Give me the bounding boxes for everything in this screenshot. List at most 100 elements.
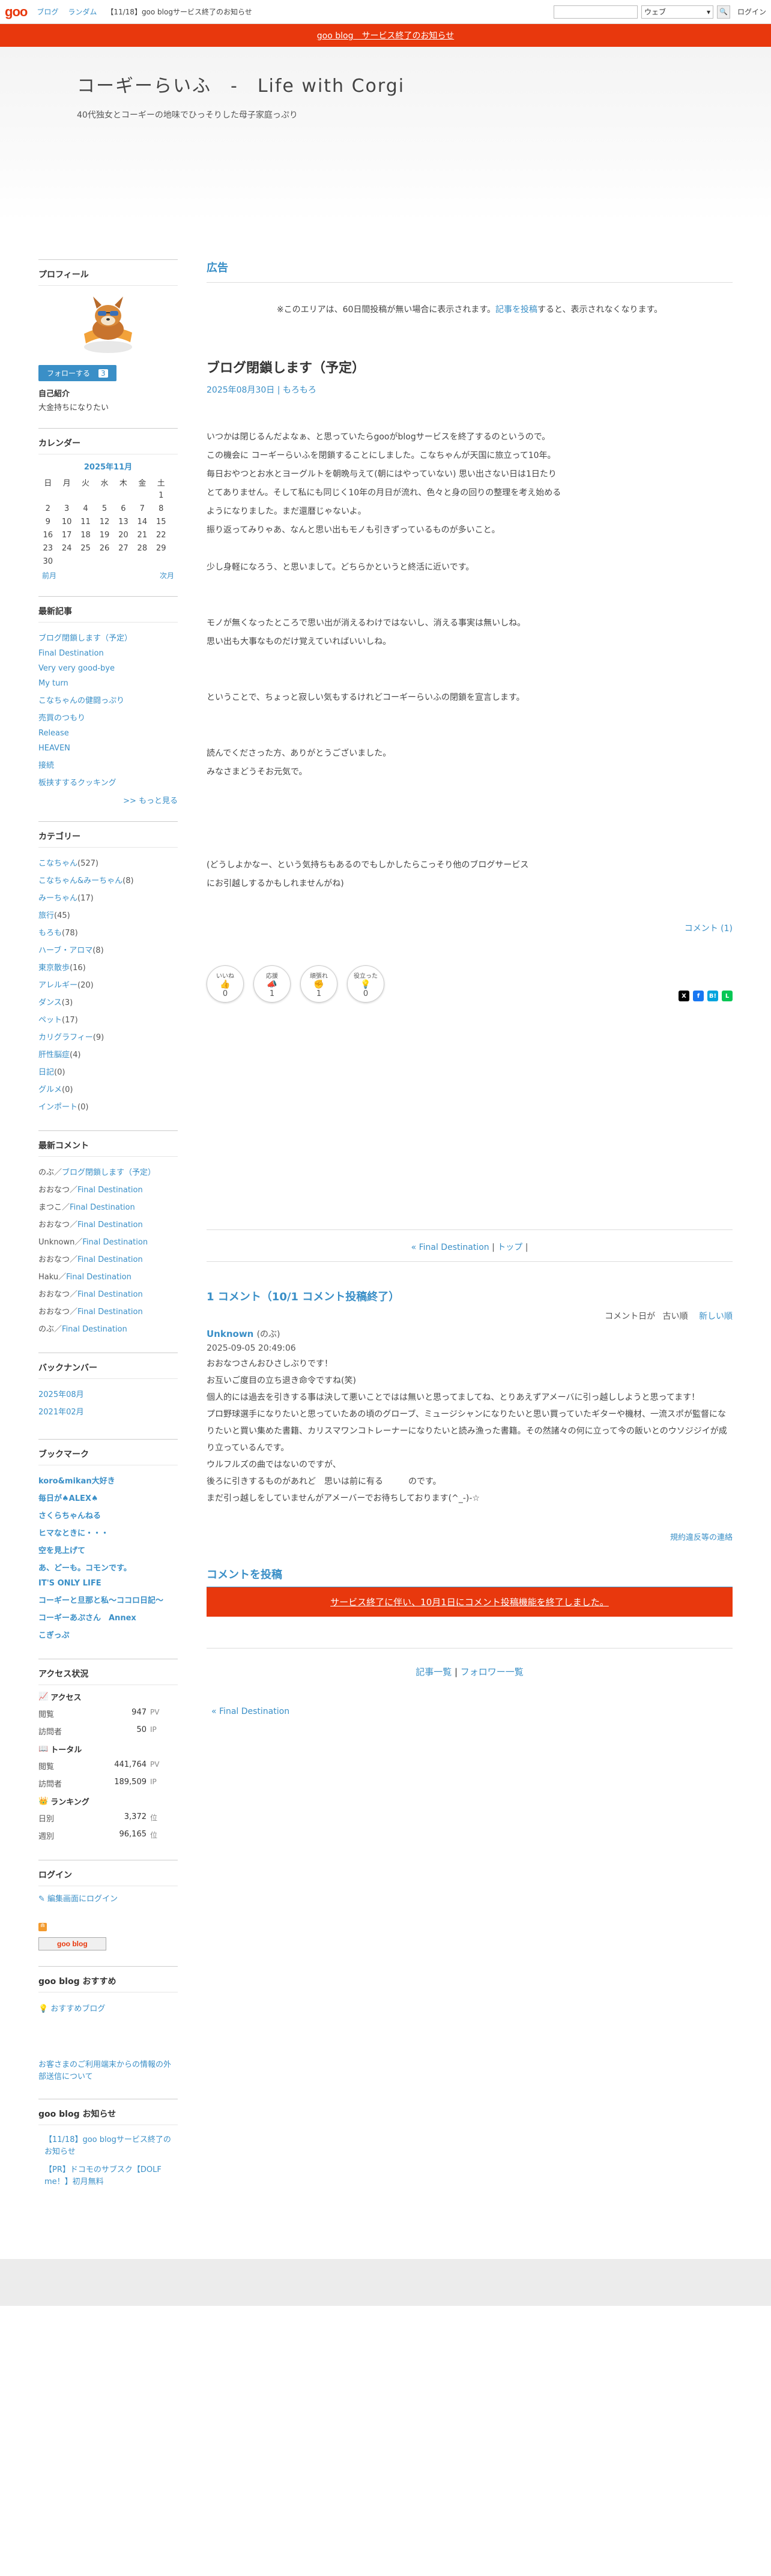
comment-author-name: Unknown bbox=[38, 1238, 75, 1247]
category-link[interactable]: 肝性脳症(4) bbox=[38, 1045, 178, 1063]
recent-post-link[interactable]: こなちゃんの健闘っぷり bbox=[38, 691, 178, 708]
category-link[interactable]: こなちゃん&みーちゃん(8) bbox=[38, 871, 178, 888]
comment-post-link[interactable]: Final Destination bbox=[66, 1273, 132, 1282]
bookmark-link[interactable]: IT'S ONLY LIFE bbox=[38, 1576, 178, 1591]
reaction-button[interactable]: 役立った 💡 0 bbox=[347, 965, 384, 1003]
post-article-link[interactable]: 記事を投稿 bbox=[495, 305, 537, 315]
nav-random-link[interactable]: ランダム bbox=[68, 7, 97, 17]
recent-post-link[interactable]: Final Destination bbox=[38, 646, 178, 661]
post-title[interactable]: ブログ閉鎖します（予定） bbox=[207, 357, 733, 376]
bookmark-link[interactable]: 空を見上げて bbox=[38, 1541, 178, 1558]
goo-logo[interactable]: goo bbox=[5, 4, 28, 20]
bookmark-link[interactable]: ヒマなときに・・・ bbox=[38, 1524, 178, 1541]
calendar-prev-link[interactable]: 前月 bbox=[42, 570, 56, 581]
news-link[interactable]: 【PR】ドコモのサブスク【DOLF me！】初月無料 bbox=[38, 2161, 178, 2191]
category-link[interactable]: グルメ(0) bbox=[38, 1080, 178, 1097]
report-violation-link[interactable]: 規約違反等の連絡 bbox=[207, 1531, 733, 1542]
post-date[interactable]: 2025年08月30日 bbox=[207, 385, 274, 395]
category-link[interactable]: 日記(0) bbox=[38, 1063, 178, 1080]
category-link[interactable]: 旅行(45) bbox=[38, 906, 178, 923]
category-link[interactable]: カリグラフィー(9) bbox=[38, 1028, 178, 1045]
category-count: (78) bbox=[62, 929, 78, 938]
recent-post-link[interactable]: Release bbox=[38, 726, 178, 741]
category-link[interactable]: こなちゃん(527) bbox=[38, 854, 178, 871]
post-list-link[interactable]: 記事一覧 bbox=[416, 1667, 452, 1677]
comment-post-link[interactable]: Final Destination bbox=[77, 1308, 143, 1317]
footer-strip bbox=[0, 2259, 771, 2306]
bookmark-link[interactable]: こぎっぷ bbox=[38, 1626, 178, 1643]
comment-post-link[interactable]: Final Destination bbox=[77, 1255, 143, 1264]
backnumber-link[interactable]: 2025年08月 bbox=[38, 1385, 178, 1402]
calendar-next-link[interactable]: 次月 bbox=[160, 570, 174, 581]
comment-count-link[interactable]: コメント (1) bbox=[207, 922, 733, 934]
reaction-button[interactable]: いいね 👍 0 bbox=[207, 965, 244, 1003]
bookmark-link[interactable]: 毎日が♠ALEX♠ bbox=[38, 1489, 178, 1506]
comment-post-link[interactable]: Final Destination bbox=[77, 1290, 143, 1299]
prev-post-bottom-link[interactable]: « Final Destination bbox=[207, 1707, 733, 1716]
category-link[interactable]: ダンス(3) bbox=[38, 993, 178, 1010]
share-icon[interactable]: X bbox=[679, 991, 689, 1001]
bookmark-link[interactable]: あ、どーも。コモンです。 bbox=[38, 1558, 178, 1576]
recent-post-link[interactable]: ブログ閉鎖します（予定） bbox=[38, 629, 178, 646]
bookmark-link[interactable]: さくらちゃんねる bbox=[38, 1506, 178, 1524]
comment-post-link[interactable]: Final Destination bbox=[82, 1238, 148, 1247]
comment-post-link[interactable]: Final Destination bbox=[62, 1325, 127, 1334]
post-paragraph: (どうしよかなー、という気持ちもあるのでもしかしたらこっそり他のブログサービス bbox=[207, 860, 529, 870]
comment-post-link[interactable]: Final Destination bbox=[77, 1220, 143, 1229]
category-link[interactable]: ペット(17) bbox=[38, 1010, 178, 1028]
recent-post-link[interactable]: 売買のつもり bbox=[38, 708, 178, 726]
backnumber-link[interactable]: 2021年02月 bbox=[38, 1402, 178, 1420]
prev-post-link[interactable]: « Final Destination bbox=[411, 1243, 489, 1252]
search-button[interactable]: 🔍 bbox=[716, 5, 730, 19]
login-link[interactable]: ログイン bbox=[737, 7, 766, 17]
backnumber-link[interactable]: 2015年02月 bbox=[38, 1420, 178, 1423]
category-name: みーちゃん bbox=[38, 894, 78, 903]
post-category[interactable]: もろもろ bbox=[283, 385, 316, 395]
category-link[interactable]: みーちゃん(17) bbox=[38, 888, 178, 906]
calendar-day bbox=[114, 555, 133, 568]
nav-blog-link[interactable]: ブログ bbox=[37, 7, 58, 17]
recent-post-link[interactable]: 接続 bbox=[38, 756, 178, 773]
news-link[interactable]: 【11/18】goo blogサービス終了のお知らせ bbox=[38, 2131, 178, 2161]
share-icon[interactable]: f bbox=[693, 991, 704, 1001]
external-info-link[interactable]: お客さまのご利用端末からの情報の外部送信について bbox=[38, 2059, 178, 2083]
follow-button[interactable]: フォローする 3 bbox=[38, 365, 116, 381]
post-paragraph: 振り返ってみりゃあ、なんと思い出もモノも引きずっているものが多いこと。 bbox=[207, 525, 500, 535]
bookmark-link[interactable]: コーギーあぷさん Annex bbox=[38, 1608, 178, 1626]
category-link[interactable]: 東京散歩(16) bbox=[38, 958, 178, 976]
recent-post-link[interactable]: HEAVEN bbox=[38, 741, 178, 756]
search-input[interactable] bbox=[553, 5, 638, 19]
reaction-button[interactable]: 頑張れ ✊ 1 bbox=[300, 965, 337, 1003]
bookmark-link[interactable]: koro&mikan大好き bbox=[38, 1471, 178, 1489]
more-posts-link[interactable]: >> もっと見る bbox=[38, 794, 178, 806]
comment-closed-notice[interactable]: サービス終了に伴い、10月1日にコメント投稿機能を終了しました。 bbox=[207, 1587, 733, 1617]
top-link[interactable]: トップ bbox=[497, 1243, 522, 1252]
recent-post-link[interactable]: My turn bbox=[38, 676, 178, 691]
edit-login-link[interactable]: ✎ 編集画面にログイン bbox=[38, 1892, 178, 1904]
recent-post-link[interactable]: Very very good-bye bbox=[38, 661, 178, 676]
share-icon[interactable]: L bbox=[722, 991, 733, 1001]
comment-post-link[interactable]: Final Destination bbox=[77, 1186, 143, 1195]
comment-post-link[interactable]: Final Destination bbox=[70, 1203, 135, 1212]
post-meta: 2025年08月30日 | もろもろ bbox=[207, 385, 316, 395]
category-link[interactable]: アレルギー(20) bbox=[38, 976, 178, 993]
reaction-button[interactable]: 応援 📣 1 bbox=[253, 965, 291, 1003]
post-body: いつかは閉じるんだよなぁ、と思っていたらgooがblogサービスを終了するのとい… bbox=[207, 428, 733, 893]
category-link[interactable]: インポート(0) bbox=[38, 1097, 178, 1115]
category-link[interactable]: ハーブ・アロマ(8) bbox=[38, 941, 178, 958]
recent-post-link[interactable]: 板挟すするクッキング bbox=[38, 773, 178, 791]
rss-icon[interactable]: ⋒ bbox=[38, 1920, 178, 1931]
sort-newest-link[interactable]: 新しい順 bbox=[699, 1312, 733, 1321]
nav-notice-link[interactable]: 【11/18】goo blogサービス終了のお知らせ bbox=[106, 7, 252, 17]
follower-list-link[interactable]: フォロワー一覧 bbox=[461, 1667, 524, 1677]
service-end-banner[interactable]: goo blog サービス終了のお知らせ bbox=[0, 24, 771, 47]
recent-comment-item: Unknown／Final Destination bbox=[38, 1238, 148, 1247]
goo-blog-badge[interactable]: goo blog bbox=[38, 1937, 106, 1950]
recommend-link[interactable]: 💡 おすすめブログ bbox=[38, 1998, 178, 2017]
comment-post-link[interactable]: ブログ閉鎖します（予定） bbox=[62, 1168, 156, 1177]
category-link[interactable]: もろも(78) bbox=[38, 923, 178, 941]
bookmark-link[interactable]: コーギーと旦那と私～ココロ日記～ bbox=[38, 1591, 178, 1608]
share-icon[interactable]: B! bbox=[707, 991, 718, 1001]
search-type-select[interactable]: ウェブ ▾ bbox=[641, 5, 713, 19]
blog-title[interactable]: コーギーらいふ - Life with Corgi bbox=[77, 71, 405, 97]
